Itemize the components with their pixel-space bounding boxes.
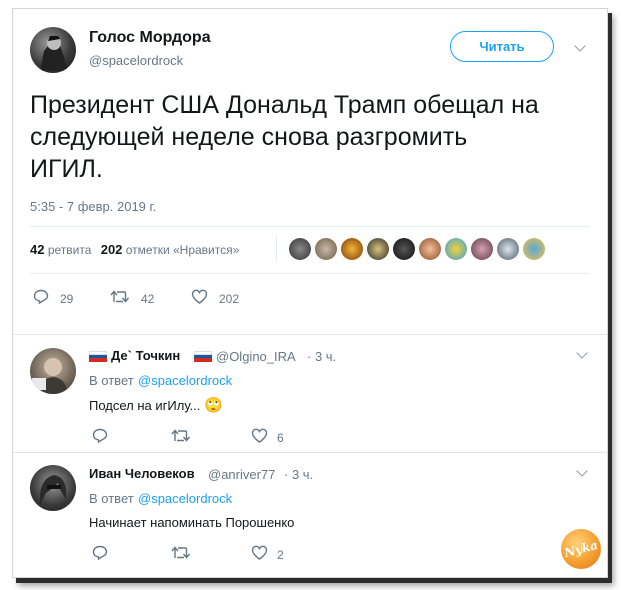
reply-to-prefix: В ответ (89, 491, 134, 506)
divider (13, 452, 607, 453)
tweet-text-line: ИГИЛ. (30, 155, 103, 183)
author-handle[interactable]: @spacelordrock (89, 53, 183, 68)
divider (13, 334, 607, 335)
liker-avatar[interactable] (367, 238, 389, 260)
reply-icon[interactable] (92, 545, 108, 560)
reply-count[interactable]: 29 (60, 292, 73, 306)
reply-author-name[interactable]: Иван Человеков (89, 466, 195, 481)
retweet-icon[interactable] (171, 428, 191, 443)
liker-avatar[interactable] (393, 238, 415, 260)
reply-text: Подсел на игИлу... 🙄 (89, 396, 223, 414)
author-name[interactable]: Голос Мордора (89, 29, 211, 47)
retweet-count[interactable]: 42 (141, 292, 154, 306)
retweets-label[interactable]: ретвита (48, 243, 92, 257)
tweet-card: Голос Мордора @spacelordrock Читать През… (12, 8, 608, 578)
liker-avatar[interactable] (497, 238, 519, 260)
reply-avatar[interactable] (30, 465, 76, 511)
liker-avatar[interactable] (523, 238, 545, 260)
reply-author-handle[interactable]: @anriver77 (208, 467, 275, 482)
reply-icon[interactable] (33, 289, 49, 304)
retweet-icon[interactable] (171, 545, 191, 560)
watermark-text: Nyka (562, 537, 600, 561)
liker-avatar[interactable] (419, 238, 441, 260)
heart-icon[interactable] (251, 545, 268, 560)
liker-avatar[interactable] (471, 238, 493, 260)
reply-text-content: Подсел на игИлу... (89, 398, 201, 413)
reply-to-handle[interactable]: @spacelordrock (138, 373, 232, 388)
divider (276, 236, 277, 262)
chevron-down-icon[interactable] (576, 465, 588, 477)
reply-author-name[interactable]: Де` Точкин (111, 348, 180, 363)
russia-flag-icon (89, 351, 107, 362)
retweet-icon[interactable] (110, 289, 130, 304)
rolling-eyes-emoji: 🙄 (203, 397, 223, 414)
reply-like-count[interactable]: 6 (277, 431, 284, 445)
author-avatar[interactable] (30, 27, 76, 73)
tweet-text-line: следующей неделе снова разгромить (30, 123, 468, 151)
reply-author-handle[interactable]: @Olgino_IRA (216, 349, 296, 364)
likes-count[interactable]: 202 (101, 242, 123, 257)
reply-to-handle[interactable]: @spacelordrock (138, 491, 232, 506)
liker-avatar[interactable] (315, 238, 337, 260)
russia-flag-icon (194, 351, 212, 362)
liker-avatar[interactable] (341, 238, 363, 260)
chevron-down-icon[interactable] (576, 347, 588, 359)
divider (30, 226, 590, 227)
stats-row: 42 ретвита 202 отметки «Нравится» (30, 242, 239, 257)
like-count[interactable]: 202 (219, 292, 239, 306)
divider (30, 273, 590, 274)
retweets-count[interactable]: 42 (30, 242, 44, 257)
liker-avatar[interactable] (289, 238, 311, 260)
liker-avatar[interactable] (445, 238, 467, 260)
follow-button[interactable]: Читать (450, 31, 554, 62)
reply-avatar[interactable] (30, 348, 76, 394)
likes-label[interactable]: отметки «Нравится» (126, 243, 240, 257)
reply-text: Начинает напоминать Порошенко (89, 515, 295, 530)
reply-to-prefix: В ответ (89, 373, 134, 388)
tweet-text: Президент США Дональд Трамп обещал на сл… (30, 89, 539, 185)
reply-like-count[interactable]: 2 (277, 548, 284, 562)
tweet-text-line: Президент США Дональд Трамп обещал на (30, 91, 539, 119)
reply-icon[interactable] (92, 428, 108, 443)
reply-time[interactable]: · 3 ч. (284, 467, 313, 482)
chevron-down-icon[interactable] (574, 40, 586, 52)
watermark-logo: Nyka (561, 529, 601, 569)
heart-icon[interactable] (251, 428, 268, 443)
reply-time[interactable]: · 3 ч. (307, 349, 336, 364)
tweet-timestamp[interactable]: 5:35 - 7 февр. 2019 г. (30, 199, 156, 214)
heart-icon[interactable] (191, 289, 208, 304)
